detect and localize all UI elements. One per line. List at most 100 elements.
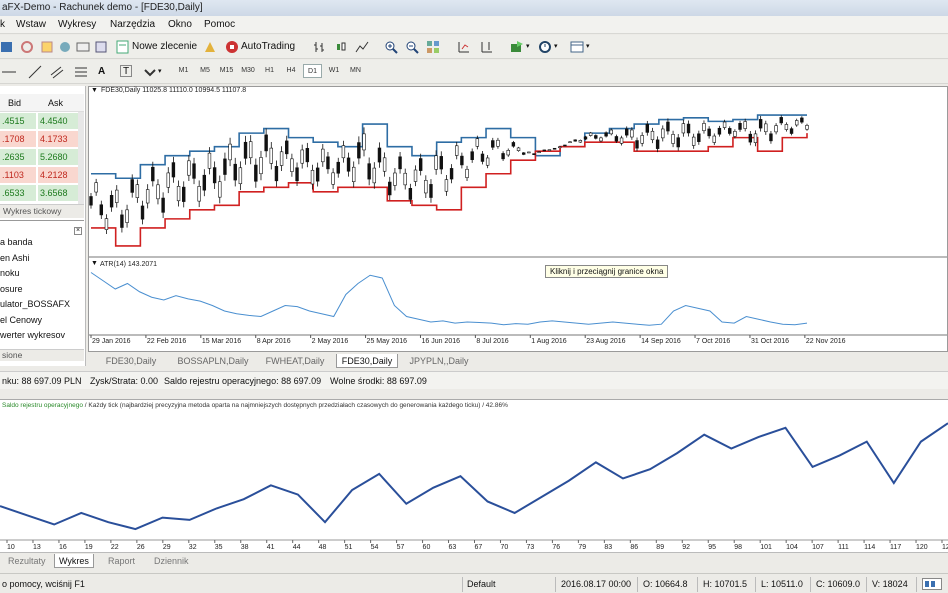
market-watch-row[interactable]: .6533 3.6568: [0, 185, 84, 201]
menu-item-charts[interactable]: Wykresy: [58, 19, 96, 30]
navigator-item[interactable]: osure: [0, 284, 23, 294]
bid-header[interactable]: Bid: [8, 95, 21, 111]
tab-navigator-common[interactable]: sione: [2, 350, 22, 360]
candle-body: [769, 133, 773, 142]
candle-body: [197, 186, 201, 202]
timeframe-m5[interactable]: M5: [196, 64, 215, 78]
fibonacci-icon[interactable]: [74, 65, 88, 79]
navigator-item[interactable]: en Ashi: [0, 253, 30, 263]
candle-body: [630, 129, 634, 138]
indicators-icon[interactable]: [510, 40, 524, 54]
candle-body: [248, 141, 253, 159]
navigator-icon[interactable]: [58, 40, 72, 54]
chart-tab[interactable]: JPYPLN,,Daily: [400, 354, 478, 368]
periods-dropdown-icon[interactable]: ▾: [554, 42, 558, 50]
chart-window[interactable]: ▼ FDE30,Daily 11025.8 11110.0 10994.5 11…: [88, 86, 948, 352]
navigator-close-icon[interactable]: ×: [74, 227, 82, 235]
market-watch-scrollbar[interactable]: [78, 112, 84, 208]
timeframe-m1[interactable]: M1: [174, 64, 193, 78]
autoscroll-icon[interactable]: [457, 40, 471, 54]
tester-icon[interactable]: [94, 40, 108, 54]
candle-body: [140, 205, 145, 220]
market-watch-row[interactable]: .4515 4.4540: [0, 113, 84, 129]
bar-chart-icon[interactable]: [313, 40, 327, 54]
candle-body: [697, 133, 701, 142]
chart-shift-icon[interactable]: [480, 40, 494, 54]
templates-icon[interactable]: [570, 40, 584, 54]
channel-icon[interactable]: [50, 65, 64, 79]
profile-name[interactable]: Default: [467, 578, 496, 591]
connection-status-icon[interactable]: [922, 578, 942, 590]
zoom-in-icon[interactable]: [384, 40, 398, 54]
menu-item-help[interactable]: Pomoc: [204, 19, 235, 30]
tester-graph-panel[interactable]: Saldo rejestru operacyjnego / Każdy tick…: [0, 399, 948, 552]
navigator-item[interactable]: ulator_BOSSAFX: [0, 299, 70, 309]
trendline-icon[interactable]: [28, 65, 42, 79]
candle-body: [336, 161, 340, 174]
menu-item-insert[interactable]: Wstaw: [16, 19, 46, 30]
market-watch-row[interactable]: .1708 4.1733: [0, 131, 84, 147]
chart-tab[interactable]: FDE30,Daily: [92, 354, 170, 368]
arrows-icon[interactable]: [143, 65, 157, 79]
timeframe-mn[interactable]: MN: [346, 64, 365, 78]
templates-dropdown-icon[interactable]: ▾: [586, 42, 590, 50]
navigator-item[interactable]: werter wykresov: [0, 330, 65, 340]
timeframe-d1[interactable]: D1: [303, 64, 322, 78]
metaeditor-icon[interactable]: [203, 40, 217, 54]
chart-tab[interactable]: FWHEAT,Daily: [256, 354, 334, 368]
atr-line: [90, 272, 808, 326]
candle-body: [794, 120, 799, 126]
navigator-item[interactable]: a banda: [0, 237, 33, 247]
date-label: 29 Jan 2016: [92, 338, 131, 345]
tab-tick-chart[interactable]: Wykres tickowy: [3, 206, 61, 216]
timeframe-w1[interactable]: W1: [325, 64, 344, 78]
menu-item-tools[interactable]: Narzędzia: [110, 19, 155, 30]
candle-body: [743, 121, 747, 129]
arrows-dropdown-icon[interactable]: ▾: [158, 67, 162, 75]
market-watch-icon[interactable]: [40, 40, 54, 54]
timeframe-h1[interactable]: H1: [260, 64, 279, 78]
timeframe-m30[interactable]: M30: [239, 64, 258, 78]
profiles-icon[interactable]: [20, 40, 34, 54]
periods-icon[interactable]: [538, 40, 552, 54]
candle-body: [758, 119, 763, 129]
bid-value: .1103: [0, 167, 36, 183]
candle-body: [367, 163, 371, 180]
market-watch-row[interactable]: .2635 5.2680: [0, 149, 84, 165]
text-tool-button[interactable]: A: [98, 66, 105, 77]
status-bar: o pomocy, wciśnij F1 Default 2016.08.17 …: [0, 573, 948, 593]
navigator-item[interactable]: el Cenowy: [0, 315, 42, 325]
tester-tab[interactable]: Rezultaty: [4, 554, 50, 568]
menu-item-file[interactable]: k: [0, 19, 5, 30]
line-chart-icon[interactable]: [355, 40, 369, 54]
tester-x-label: 86: [630, 544, 638, 551]
horizontal-line-icon[interactable]: [2, 65, 16, 79]
price-chart[interactable]: 29 Jan 2016 22 Feb 2016 15 Mar 2016 8 Apr 2…: [89, 87, 947, 351]
tester-tab[interactable]: Raport: [104, 554, 139, 568]
balance-graph[interactable]: 10 13 16 19 22 26 29 32 35 38 41 44 48 51 54 57 60 63 67 70…: [0, 400, 948, 552]
tester-tab[interactable]: Wykres: [54, 554, 94, 568]
candle-body: [640, 135, 644, 144]
tester-x-label: 89: [656, 544, 664, 551]
text-label-button[interactable]: T: [120, 65, 132, 77]
timeframe-h4[interactable]: H4: [282, 64, 301, 78]
new-chart-icon[interactable]: [0, 40, 14, 54]
chart-tab[interactable]: BOSSAPLN,Daily: [172, 354, 254, 368]
indicators-dropdown-icon[interactable]: ▾: [526, 42, 530, 50]
title-bar: aFX-Demo - Rachunek demo - [FDE30,Daily]: [0, 0, 948, 16]
zoom-out-icon[interactable]: [405, 40, 419, 54]
candle-body: [331, 172, 335, 185]
tester-x-label: 104: [786, 544, 798, 551]
autotrading-button[interactable]: AutoTrading: [222, 38, 302, 56]
ask-header[interactable]: Ask: [48, 95, 63, 111]
terminal-icon[interactable]: [76, 40, 90, 54]
market-watch-row[interactable]: .1103 4.2128: [0, 167, 84, 183]
new-order-button[interactable]: Nowe zlecenie: [113, 38, 199, 56]
navigator-item[interactable]: noku: [0, 268, 20, 278]
timeframe-m15[interactable]: M15: [217, 64, 236, 78]
candlestick-icon[interactable]: [334, 40, 348, 54]
tester-tab[interactable]: Dziennik: [150, 554, 193, 568]
chart-tab[interactable]: FDE30,Daily: [336, 354, 398, 368]
menu-item-window[interactable]: Okno: [168, 19, 192, 30]
tile-windows-icon[interactable]: [426, 40, 440, 54]
